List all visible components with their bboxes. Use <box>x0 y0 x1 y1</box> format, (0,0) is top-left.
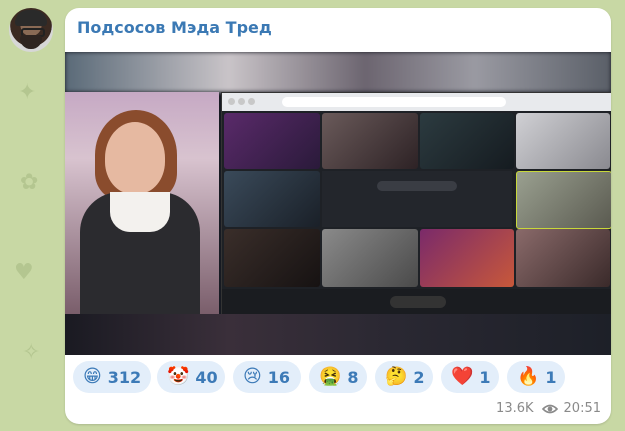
call-controls <box>222 289 611 315</box>
reaction-count: 40 <box>195 367 218 387</box>
heart-emoji-icon: ❤️ <box>451 366 474 387</box>
reaction-thinking[interactable]: 🤔 2 <box>375 361 433 393</box>
thinking-emoji-icon: 🤔 <box>385 366 408 387</box>
eye-icon <box>541 404 558 414</box>
video-tile <box>322 229 418 287</box>
reaction-clown[interactable]: 🤡 40 <box>157 361 225 393</box>
channel-name[interactable]: Подсосов Мэда Тред <box>77 18 272 37</box>
background-doodle: ✿ <box>20 170 39 195</box>
reaction-fire[interactable]: 🔥 1 <box>507 361 565 393</box>
background-doodle: ✦ <box>18 80 37 105</box>
media-image[interactable] <box>65 52 611 355</box>
video-tile <box>516 113 610 169</box>
reaction-count: 16 <box>267 367 291 387</box>
reaction-vomit[interactable]: 🤮 8 <box>309 361 367 393</box>
message-time: 20:51 <box>563 401 601 416</box>
message-bubble: Подсосов Мэда Тред 😁 312 🤡 40 😢 16 🤮 8 🤔… <box>65 8 611 424</box>
video-tile <box>516 171 611 229</box>
video-tile <box>322 113 418 169</box>
reaction-grin[interactable]: 😁 312 <box>73 361 151 393</box>
shared-screen <box>221 92 611 316</box>
reaction-heart[interactable]: ❤️ 1 <box>441 361 499 393</box>
background-doodle: ♥ <box>14 260 34 285</box>
call-center-panel <box>322 171 512 227</box>
video-tile <box>224 229 320 287</box>
view-count: 13.6K <box>496 401 534 416</box>
reaction-count: 8 <box>347 367 359 387</box>
video-tile <box>420 229 514 287</box>
reaction-count: 312 <box>107 367 142 387</box>
reaction-cry[interactable]: 😢 16 <box>233 361 301 393</box>
video-tile <box>516 229 610 287</box>
vomit-emoji-icon: 🤮 <box>319 366 342 387</box>
video-tile <box>224 113 320 169</box>
channel-avatar[interactable] <box>9 8 53 52</box>
reaction-count: 1 <box>479 367 491 387</box>
fire-emoji-icon: 🔥 <box>517 366 540 387</box>
streamer-webcam <box>65 92 219 314</box>
reaction-count: 1 <box>545 367 557 387</box>
reaction-count: 2 <box>413 367 425 387</box>
clown-emoji-icon: 🤡 <box>167 366 190 387</box>
crying-emoji-icon: 😢 <box>243 366 262 387</box>
video-tile <box>224 171 320 227</box>
message-meta: 13.6K 20:51 <box>496 401 601 416</box>
video-tile <box>420 113 514 169</box>
grin-emoji-icon: 😁 <box>83 366 102 387</box>
background-doodle: ✧ <box>22 340 41 365</box>
